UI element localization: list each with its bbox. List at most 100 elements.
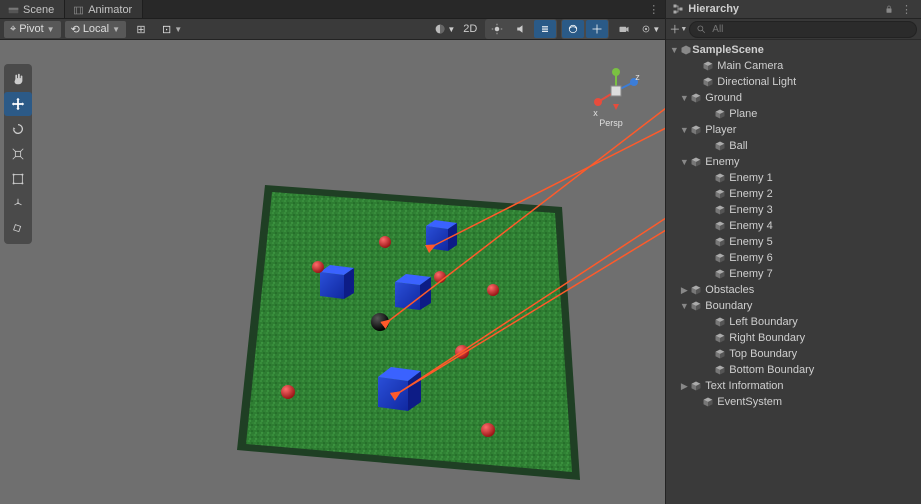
gameobject-icon [714, 332, 726, 344]
node-label: Ball [729, 140, 747, 152]
expand-toggle[interactable] [678, 381, 690, 392]
grid-icon: ⊞ [136, 23, 145, 36]
unity-icon [680, 44, 692, 56]
node-enemy-1[interactable]: Enemy 1 [666, 170, 921, 186]
toolbar-skybox-button[interactable] [562, 20, 584, 38]
player-ball[interactable] [371, 313, 389, 331]
toolbar-gizmo-vis-button[interactable]: ▼ [639, 20, 661, 38]
node-obstacles[interactable]: Obstacles [666, 282, 921, 298]
node-enemy-3[interactable]: Enemy 3 [666, 202, 921, 218]
obstacle-cube[interactable] [395, 274, 431, 310]
animator-icon [73, 5, 84, 16]
scene-tools [4, 64, 32, 244]
obstacle-cube[interactable] [320, 265, 354, 299]
gameobject-icon [714, 364, 726, 376]
panel-menu-dots[interactable]: ⋮ [642, 0, 665, 18]
expand-toggle[interactable] [678, 93, 690, 103]
node-player[interactable]: Player [666, 122, 921, 138]
obstacle-cube[interactable] [378, 367, 421, 411]
local-icon: ⟲ [71, 23, 80, 36]
hierarchy-icon [672, 3, 684, 15]
node-text-information[interactable]: Text Information [666, 378, 921, 394]
enemy-sphere[interactable] [281, 385, 295, 399]
node-enemy-7[interactable]: Enemy 7 [666, 266, 921, 282]
tool-transform[interactable] [4, 192, 32, 216]
toolbar-grid-button[interactable]: ⊞ [130, 20, 152, 38]
toolbar-audio-button[interactable] [510, 20, 532, 38]
enemy-sphere[interactable] [455, 345, 469, 359]
gameobject-icon [714, 316, 726, 328]
hierarchy-toolbar: ＋▼ [666, 19, 921, 40]
enemy-sphere[interactable] [481, 423, 495, 437]
enemy-sphere[interactable] [379, 236, 391, 248]
tool-rect[interactable] [4, 167, 32, 191]
toolbar-local-dropdown[interactable]: ⟲ Local ▼ [65, 21, 126, 38]
toolbar-pivot-dropdown[interactable]: ⌖ Pivot ▼ [4, 21, 61, 38]
expand-toggle[interactable] [668, 45, 680, 55]
node-right-boundary[interactable]: Right Boundary [666, 330, 921, 346]
node-enemy[interactable]: Enemy [666, 154, 921, 170]
node-enemy-2[interactable]: Enemy 2 [666, 186, 921, 202]
toolbar-shading-button[interactable]: ▼ [433, 20, 455, 38]
pivot-label: Pivot [19, 23, 43, 35]
lock-icon[interactable] [884, 4, 894, 14]
node-bottom-boundary[interactable]: Bottom Boundary [666, 362, 921, 378]
toolbar-gizmos-button[interactable] [586, 20, 608, 38]
scene-viewport[interactable]: x z Persp [0, 40, 665, 504]
obstacle-cube[interactable] [426, 220, 457, 251]
toolbar-light-button[interactable] [486, 20, 508, 38]
node-label: Player [705, 124, 736, 136]
tool-scale[interactable] [4, 142, 32, 166]
gameobject-icon [702, 60, 714, 72]
tab-animator[interactable]: Animator [65, 0, 143, 18]
hierarchy-header: Hierarchy ⋮ [666, 0, 921, 19]
enemy-sphere[interactable] [312, 261, 324, 273]
gameobject-icon [714, 172, 726, 184]
tool-custom[interactable] [4, 217, 32, 241]
node-plane[interactable]: Plane [666, 106, 921, 122]
toolbar-camera-button[interactable] [613, 20, 635, 38]
toolbar-2d-button[interactable]: 2D [459, 20, 481, 38]
expand-toggle[interactable] [678, 301, 690, 311]
expand-toggle[interactable] [678, 285, 690, 296]
hierarchy-menu-dots[interactable]: ⋮ [898, 3, 915, 16]
node-directional-light[interactable]: Directional Light [666, 74, 921, 90]
orientation-gizmo[interactable]: x z Persp [585, 60, 647, 132]
node-enemy-4[interactable]: Enemy 4 [666, 218, 921, 234]
expand-toggle[interactable] [678, 157, 690, 167]
tool-move[interactable] [4, 92, 32, 116]
scene-root[interactable]: SampleScene [666, 42, 921, 58]
node-left-boundary[interactable]: Left Boundary [666, 314, 921, 330]
gameobject-icon [714, 220, 726, 232]
node-top-boundary[interactable]: Top Boundary [666, 346, 921, 362]
node-label: Ground [705, 92, 742, 104]
create-button[interactable]: ＋▼ [670, 21, 686, 37]
node-enemy-5[interactable]: Enemy 5 [666, 234, 921, 250]
node-label: Main Camera [717, 60, 783, 72]
node-label: Enemy 6 [729, 252, 772, 264]
node-enemy-6[interactable]: Enemy 6 [666, 250, 921, 266]
node-label: Bottom Boundary [729, 364, 814, 376]
search-input[interactable] [710, 22, 910, 37]
tool-rotate[interactable] [4, 117, 32, 141]
toolbar-fx-button[interactable] [534, 20, 556, 38]
hierarchy-search[interactable] [689, 21, 917, 38]
node-label: Enemy 2 [729, 188, 772, 200]
expand-toggle[interactable] [678, 125, 690, 135]
enemy-sphere[interactable] [487, 284, 499, 296]
tab-scene[interactable]: Scene [0, 0, 65, 18]
ground-plane[interactable] [230, 182, 610, 504]
node-label: Top Boundary [729, 348, 797, 360]
twod-label: 2D [463, 23, 477, 35]
toolbar-snap-dropdown[interactable]: ⊡▼ [156, 21, 188, 38]
node-ball[interactable]: Ball [666, 138, 921, 154]
local-label: Local [83, 23, 109, 35]
node-boundary[interactable]: Boundary [666, 298, 921, 314]
gameobject-icon [714, 268, 726, 280]
node-main-camera[interactable]: Main Camera [666, 58, 921, 74]
tool-hand[interactable] [4, 67, 32, 91]
node-ground[interactable]: Ground [666, 90, 921, 106]
node-event-system[interactable]: EventSystem [666, 394, 921, 410]
gameobject-icon [702, 76, 714, 88]
enemy-sphere[interactable] [434, 271, 446, 283]
